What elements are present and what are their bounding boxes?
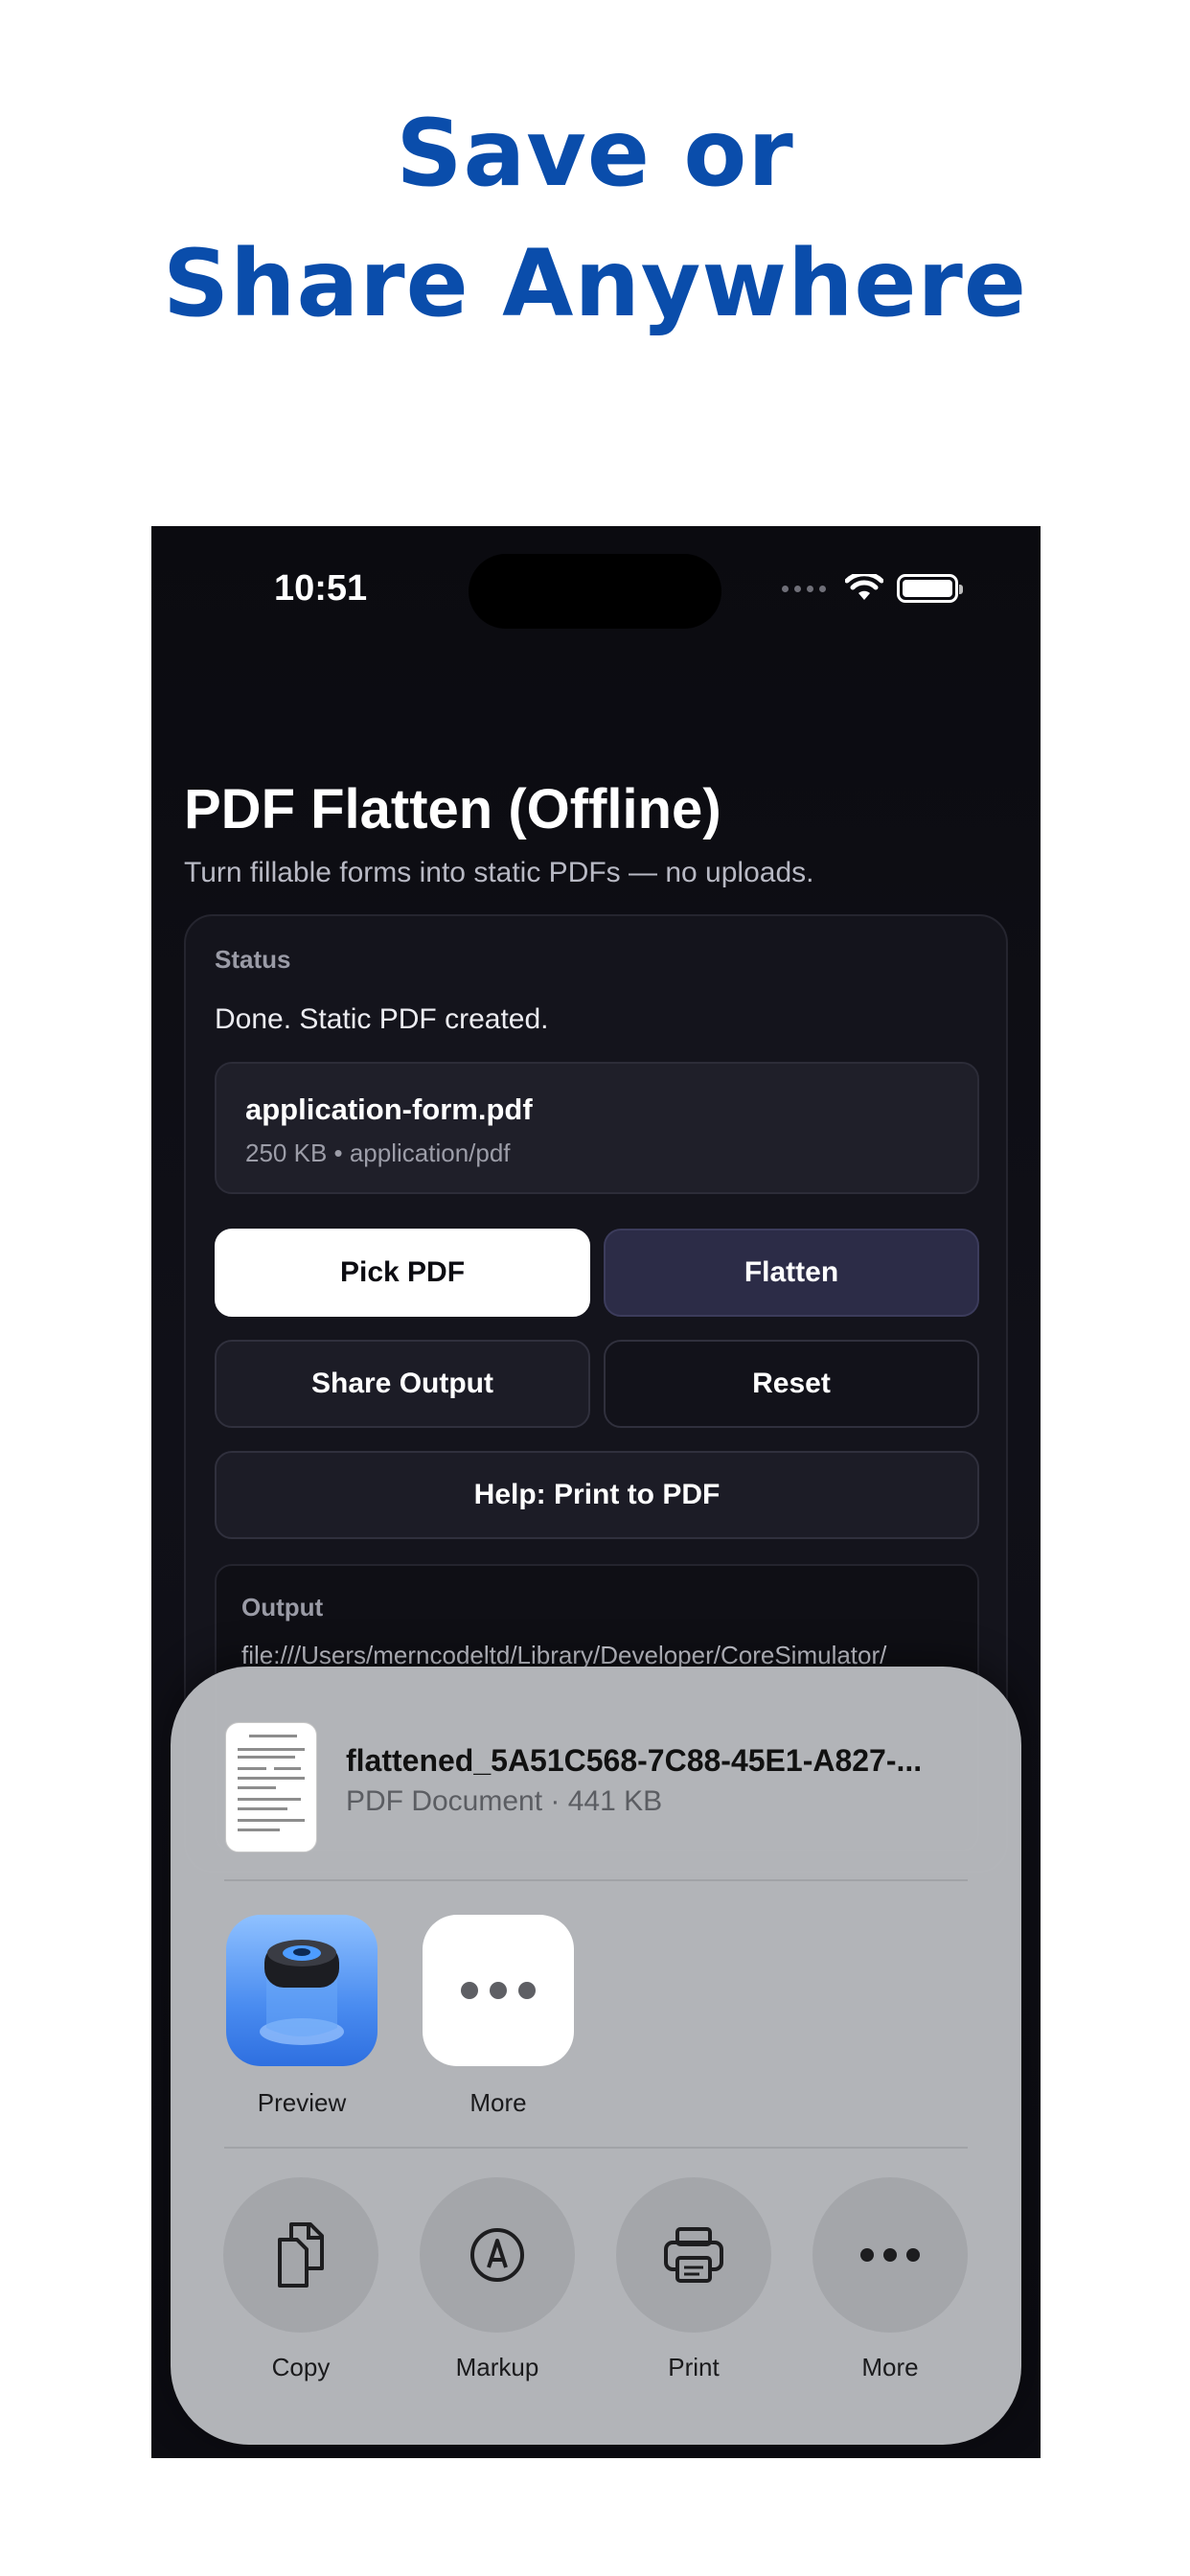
status-message: Done. Static PDF created. [215, 1003, 549, 1035]
wifi-icon [845, 574, 883, 600]
shared-file-meta: PDF Document · 441 KB [346, 1785, 663, 1817]
markup-label: Markup [455, 2353, 539, 2381]
share-sheet: flattened_5A51C568-7C88-45E1-A827-... PD… [171, 1667, 1021, 2445]
preview-loupe-icon [260, 1940, 344, 2045]
document-thumbnail [225, 1722, 317, 1852]
preview-app-label: Preview [257, 2088, 347, 2117]
status-label: Status [215, 945, 291, 974]
sheet-divider [224, 1879, 968, 1881]
selected-file: application-form.pdf 250 KB • applicatio… [215, 1062, 979, 1194]
file-name: application-form.pdf [245, 1092, 533, 1126]
app-subtitle: Turn fillable forms into static PDFs — n… [184, 857, 814, 888]
print-icon [664, 2227, 723, 2283]
status-indicators [782, 574, 963, 603]
print-button[interactable] [616, 2177, 771, 2333]
output-label: Output [241, 1593, 324, 1622]
more-apps-icon[interactable] [423, 1915, 574, 2066]
more-icon [860, 2248, 920, 2262]
markup-icon [470, 2228, 524, 2282]
battery-icon [897, 574, 963, 603]
sheet-divider [224, 2147, 968, 2149]
promo-headline: Save or Share Anywhere [0, 88, 1190, 349]
more-actions-label: More [861, 2353, 919, 2381]
shared-file-name: flattened_5A51C568-7C88-45E1-A827-... [346, 1743, 923, 1778]
dynamic-island [469, 554, 721, 629]
cellular-dots-icon [782, 585, 826, 592]
copy-button[interactable] [223, 2177, 378, 2333]
preview-app-icon[interactable] [226, 1915, 378, 2066]
print-label: Print [668, 2353, 720, 2381]
headline-line-2: Share Anywhere [163, 230, 1027, 337]
pick-pdf-button[interactable]: Pick PDF [215, 1229, 590, 1317]
share-output-button[interactable]: Share Output [215, 1340, 590, 1428]
phone-screen: 10:51 PDF Flatten (Offline) Turn fillabl… [151, 526, 1041, 2458]
app-title: PDF Flatten (Offline) [184, 778, 721, 840]
flatten-button[interactable]: Flatten [604, 1229, 979, 1317]
headline-line-1: Save or [396, 100, 794, 207]
copy-icon [278, 2222, 324, 2288]
file-meta: 250 KB • application/pdf [245, 1138, 511, 1167]
reset-button[interactable]: Reset [604, 1340, 979, 1428]
status-time: 10:51 [274, 568, 368, 609]
more-actions-button[interactable] [812, 2177, 968, 2333]
markup-button[interactable] [420, 2177, 575, 2333]
copy-label: Copy [271, 2353, 331, 2381]
more-apps-label: More [469, 2088, 527, 2117]
help-print-button[interactable]: Help: Print to PDF [215, 1451, 979, 1539]
